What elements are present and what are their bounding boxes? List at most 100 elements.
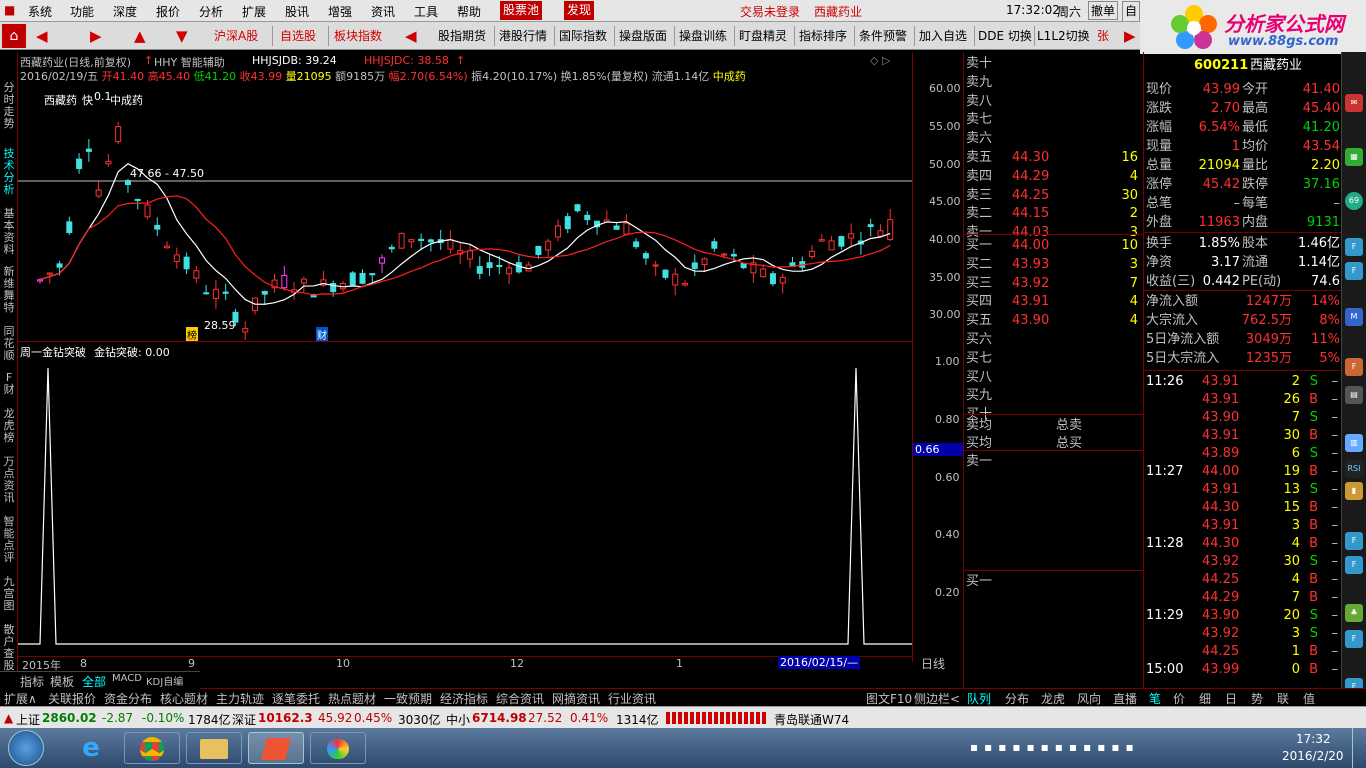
buy-level-1[interactable]: 买一 44.00 10 [966, 236, 1142, 255]
f-icon-4[interactable]: F [1345, 532, 1363, 550]
paint-icon[interactable] [310, 732, 366, 764]
tab-watchlist[interactable]: 自选股 [280, 26, 316, 46]
rtab-detail[interactable]: 细 [1199, 690, 1211, 707]
btab-industry[interactable]: 行业资讯 [608, 690, 656, 707]
sell-level-3[interactable]: 卖八 [966, 92, 1142, 111]
tab-training[interactable]: 操盘训练 [679, 26, 727, 46]
indicator-chart[interactable] [18, 358, 912, 654]
tray-icons[interactable]: ▪▪▪▪▪▪▪▪▪▪▪▪ [970, 740, 1140, 754]
btab-orders[interactable]: 逐笔委托 [272, 690, 320, 707]
btab-economy[interactable]: 经济指标 [440, 690, 488, 707]
sell-level-5[interactable]: 卖六 [966, 129, 1142, 148]
tick-row[interactable]: 43.91 30 B – [1146, 427, 1342, 445]
buy-level-3[interactable]: 买三 43.92 7 [966, 274, 1142, 293]
menu-discover[interactable]: 发现 [564, 1, 595, 20]
f-icon-2[interactable]: F [1345, 262, 1363, 280]
f-icon-6[interactable]: F [1345, 630, 1363, 648]
sell-level-1[interactable]: 卖十 [966, 54, 1142, 73]
tree-icon[interactable]: ♣ [1345, 604, 1363, 622]
ie-icon[interactable]: e [66, 732, 116, 764]
chart-area[interactable]: 西藏药业(日线,前复权) ↑ HHY 智能辅助 HHJSJDB: 39.24 H… [18, 52, 963, 688]
vtab-f10[interactable]: F财 [2, 372, 16, 396]
period-label[interactable]: 日线 [921, 655, 945, 672]
buy-level-7[interactable]: 买七 [966, 349, 1142, 368]
tab-indicator[interactable]: 指标 [20, 673, 44, 690]
l1l2-toggle-button[interactable]: L1L2切换 [1037, 26, 1090, 46]
sell-level-7[interactable]: 卖四 44.29 4 [966, 167, 1142, 186]
tick-row[interactable]: 43.91 26 B – [1146, 391, 1342, 409]
cai-marker[interactable]: 财 [316, 327, 328, 342]
toolbar-scroll-left-icon[interactable]: ◀ [405, 27, 417, 45]
sell-level-4[interactable]: 卖七 [966, 110, 1142, 129]
show-desktop-button[interactable] [1352, 728, 1366, 768]
chrome-icon[interactable] [124, 732, 180, 764]
tick-row[interactable]: 11:26 43.91 2 S – [1146, 373, 1342, 391]
vtab-fundamentals[interactable]: 基本资料 [2, 208, 16, 256]
cancel-order-button[interactable]: 撤单 [1088, 1, 1119, 20]
chart-icon[interactable]: ▦ [1345, 148, 1363, 166]
server-name[interactable]: 青岛联通W74 [774, 711, 849, 728]
rtab-price[interactable]: 价 [1173, 690, 1185, 707]
tick-row[interactable]: 43.91 3 B – [1146, 517, 1342, 535]
tab-layout[interactable]: 操盘版面 [619, 26, 667, 46]
btab-sidebar[interactable]: 侧边栏< [914, 690, 960, 707]
grid-icon[interactable]: ▤ [1345, 386, 1363, 404]
menu-extend[interactable]: 扩展 [242, 3, 266, 20]
score-icon[interactable]: 69 [1345, 192, 1363, 210]
bang-marker[interactable]: 榜 [186, 327, 198, 342]
vtab-feature[interactable]: 新维舞特 [2, 266, 16, 314]
sell-level-9[interactable]: 卖二 44.15 2 [966, 204, 1142, 223]
dde-toggle-button[interactable]: DDE 切换 [978, 26, 1032, 46]
buy-level-6[interactable]: 买六 [966, 330, 1142, 349]
rtab-day[interactable]: 日 [1225, 690, 1237, 707]
menu-info[interactable]: 资讯 [371, 3, 395, 20]
btab-track[interactable]: 主力轨迹 [216, 690, 264, 707]
tab-all[interactable]: 全部 [82, 673, 106, 690]
menu-stock-pool[interactable]: 股票池 [500, 1, 543, 20]
tab-hk-quotes[interactable]: 港股行情 [499, 26, 547, 46]
bars-icon[interactable]: ▥ [1345, 434, 1363, 452]
tab-macd[interactable]: MACD [112, 673, 142, 684]
tick-row[interactable]: 44.25 1 B – [1146, 643, 1342, 661]
toolbar-scroll-right-icon[interactable]: ▶ [1124, 27, 1136, 45]
tab-template[interactable]: 模板 [50, 673, 74, 690]
tick-row[interactable]: 43.91 13 S – [1146, 481, 1342, 499]
zx-label[interactable]: 中小 [446, 711, 470, 728]
rsi-icon[interactable]: RSI [1345, 460, 1363, 478]
tick-row[interactable]: 43.90 7 S – [1146, 409, 1342, 427]
tick-row[interactable]: 44.30 15 B – [1146, 499, 1342, 517]
btab-f10[interactable]: 图文F10 [866, 690, 912, 707]
btab-web-news[interactable]: 网摘资讯 [552, 690, 600, 707]
f10-icon[interactable]: F [1345, 238, 1363, 256]
tab-indicator-sort[interactable]: 指标排序 [799, 26, 847, 46]
tab-intl-index[interactable]: 国际指数 [559, 26, 607, 46]
vtab-dragon-tiger[interactable]: 龙虎榜 [2, 408, 16, 444]
tick-row[interactable]: 11:29 43.90 20 S – [1146, 607, 1342, 625]
rtab-wind[interactable]: 风向 [1077, 690, 1101, 707]
f-icon-3[interactable]: F [1345, 358, 1363, 376]
menu-help[interactable]: 帮助 [457, 3, 481, 20]
rtab-live[interactable]: 直播 [1113, 690, 1137, 707]
tick-row[interactable]: 43.92 30 S – [1146, 553, 1342, 571]
menu-news[interactable]: 股讯 [285, 3, 309, 20]
m-icon[interactable]: M [1345, 308, 1363, 326]
menu-depth[interactable]: 深度 [113, 3, 137, 20]
rtab-queue[interactable]: 队列 [967, 690, 991, 707]
btab-related[interactable]: 关联报价 [48, 690, 96, 707]
vtab-smart-review[interactable]: 智能点评 [2, 516, 16, 564]
tick-row[interactable]: 43.89 6 S – [1146, 445, 1342, 463]
rtab-dragon[interactable]: 龙虎 [1041, 690, 1065, 707]
menu-function[interactable]: 功能 [70, 3, 94, 20]
app-menu-icon[interactable]: ■ [4, 3, 15, 17]
menu-quote[interactable]: 报价 [156, 3, 180, 20]
sh-label[interactable]: 上证 [16, 711, 40, 728]
rtab-value[interactable]: 值 [1303, 690, 1315, 707]
stock-app-icon[interactable] [248, 732, 304, 764]
vtab-technical[interactable]: 技术分析 [2, 148, 16, 196]
menu-analysis[interactable]: 分析 [199, 3, 223, 20]
tick-row[interactable]: 11:28 44.30 4 B – [1146, 535, 1342, 553]
chart-nav-icon[interactable]: ◇ ▷ [870, 54, 890, 67]
tick-row[interactable]: 11:27 44.00 19 B – [1146, 463, 1342, 481]
tab-kdj[interactable]: KDJ自编 [146, 673, 183, 688]
tick-row[interactable]: 43.92 3 S – [1146, 625, 1342, 643]
